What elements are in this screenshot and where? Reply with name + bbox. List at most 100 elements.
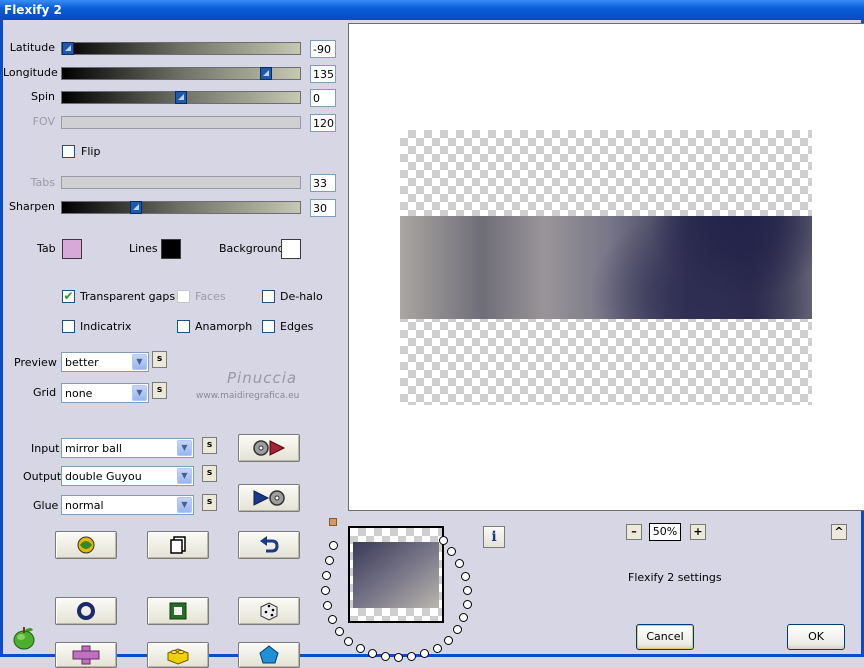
- orbit-dot[interactable]: [344, 637, 353, 646]
- spin-value[interactable]: 0: [310, 89, 336, 107]
- orbit-dot[interactable]: [323, 601, 332, 610]
- output-select[interactable]: double Guyou ▼: [61, 466, 194, 486]
- preview-label: Preview: [14, 356, 57, 369]
- longitude-slider[interactable]: [61, 67, 301, 80]
- navigator-thumbnail[interactable]: [348, 526, 444, 623]
- flip-checkbox[interactable]: [62, 145, 75, 158]
- input-value: mirror ball: [65, 442, 122, 455]
- chevron-down-icon[interactable]: ▼: [177, 440, 192, 456]
- play-output-button[interactable]: [238, 484, 300, 512]
- lines-color-swatch[interactable]: [161, 239, 181, 259]
- ring-icon: [77, 602, 95, 620]
- tab-color-swatch[interactable]: [62, 239, 82, 259]
- sharpen-thumb[interactable]: [130, 201, 142, 214]
- zoom-in-button[interactable]: +: [690, 524, 706, 540]
- undo-arrow-icon: [260, 536, 279, 553]
- input-s-button[interactable]: s: [202, 437, 217, 454]
- spiral-ball-icon: [77, 536, 95, 554]
- orbit-dot[interactable]: [455, 559, 464, 568]
- copy-button[interactable]: [147, 531, 209, 559]
- disc-play-icon: [253, 440, 286, 456]
- orbit-dot[interactable]: [325, 556, 334, 565]
- chevron-down-icon[interactable]: ▼: [132, 354, 147, 370]
- edges-checkbox[interactable]: [262, 320, 275, 333]
- chevron-down-icon[interactable]: ▼: [132, 385, 147, 401]
- fov-label: FOV: [32, 115, 55, 128]
- fov-value[interactable]: 120: [310, 114, 336, 132]
- orbit-dot[interactable]: [329, 541, 338, 550]
- longitude-value[interactable]: 135: [310, 65, 336, 83]
- chevron-down-icon[interactable]: ▼: [177, 468, 192, 484]
- brick-button[interactable]: [147, 642, 209, 668]
- info-icon: i: [491, 529, 497, 545]
- preview-canvas[interactable]: [348, 23, 864, 511]
- orbit-dot[interactable]: [394, 653, 403, 662]
- orbit-dot[interactable]: [322, 571, 331, 580]
- undo-button[interactable]: [238, 531, 300, 559]
- sharpen-slider[interactable]: [61, 201, 301, 214]
- longitude-thumb[interactable]: [260, 67, 272, 80]
- collapse-button[interactable]: ^: [831, 524, 847, 540]
- longitude-label: Longitude: [3, 66, 58, 79]
- preview-quality-select[interactable]: better ▼: [61, 352, 149, 372]
- copy-pages-icon: [170, 536, 186, 554]
- output-label: Output: [23, 470, 62, 483]
- orbit-dot[interactable]: [328, 615, 337, 624]
- transparent-gaps-checkbox[interactable]: ✔: [62, 290, 75, 303]
- sharpen-label: Sharpen: [9, 200, 55, 213]
- de-halo-checkbox[interactable]: [262, 290, 275, 303]
- orbit-dot[interactable]: [433, 644, 442, 653]
- indicatrix-checkbox[interactable]: [62, 320, 75, 333]
- cancel-button[interactable]: Cancel: [636, 624, 694, 650]
- orbit-dot[interactable]: [356, 644, 365, 653]
- navigator-handle[interactable]: [329, 518, 337, 526]
- orbit-dot[interactable]: [463, 586, 472, 595]
- cross-shape-icon: [72, 645, 100, 665]
- pentagon-button[interactable]: [238, 642, 300, 668]
- tab-color-label: Tab: [37, 242, 56, 255]
- randomize-button[interactable]: [55, 531, 117, 559]
- grid-value: none: [65, 387, 93, 400]
- spin-slider[interactable]: [61, 91, 301, 104]
- info-button[interactable]: i: [483, 526, 505, 548]
- ok-button[interactable]: OK: [787, 624, 845, 650]
- latitude-slider[interactable]: [61, 42, 301, 55]
- cross-button[interactable]: [55, 642, 117, 668]
- frame-button[interactable]: [147, 597, 209, 625]
- flip-label: Flip: [81, 145, 101, 158]
- background-color-swatch[interactable]: [281, 239, 301, 259]
- input-select[interactable]: mirror ball ▼: [61, 438, 194, 458]
- input-label: Input: [31, 442, 60, 455]
- spin-label: Spin: [31, 90, 55, 103]
- random-dice-button[interactable]: [238, 597, 300, 625]
- tabs-label: Tabs: [30, 176, 55, 189]
- latitude-thumb[interactable]: [62, 42, 74, 55]
- preview-s-button[interactable]: s: [152, 351, 167, 368]
- orbit-dot[interactable]: [444, 636, 453, 645]
- ring-button[interactable]: [55, 597, 117, 625]
- orbit-dot[interactable]: [463, 600, 472, 609]
- play-input-button[interactable]: [238, 434, 300, 462]
- navigator-image: [353, 542, 439, 608]
- orbit-dot[interactable]: [453, 625, 462, 634]
- chevron-down-icon[interactable]: ▼: [177, 497, 192, 513]
- latitude-value[interactable]: -90: [310, 40, 336, 58]
- glue-select[interactable]: normal ▼: [61, 495, 194, 515]
- orbit-dot[interactable]: [321, 586, 330, 595]
- orbit-dot[interactable]: [447, 547, 456, 556]
- anamorph-checkbox[interactable]: [177, 320, 190, 333]
- zoom-out-button[interactable]: –: [626, 524, 642, 540]
- output-s-button[interactable]: s: [202, 465, 217, 482]
- orbit-dot[interactable]: [459, 613, 468, 622]
- orbit-dot[interactable]: [335, 627, 344, 636]
- tabs-value[interactable]: 33: [310, 174, 336, 192]
- settings-label: Flexify 2 settings: [628, 571, 722, 584]
- grid-select[interactable]: none ▼: [61, 383, 149, 403]
- grid-s-button[interactable]: s: [152, 382, 167, 399]
- spin-thumb[interactable]: [175, 91, 187, 104]
- glue-s-button[interactable]: s: [202, 494, 217, 511]
- sharpen-value[interactable]: 30: [310, 199, 336, 217]
- orbit-dot[interactable]: [461, 572, 470, 581]
- orbit-dot[interactable]: [439, 536, 448, 545]
- tabs-slider: [61, 176, 301, 189]
